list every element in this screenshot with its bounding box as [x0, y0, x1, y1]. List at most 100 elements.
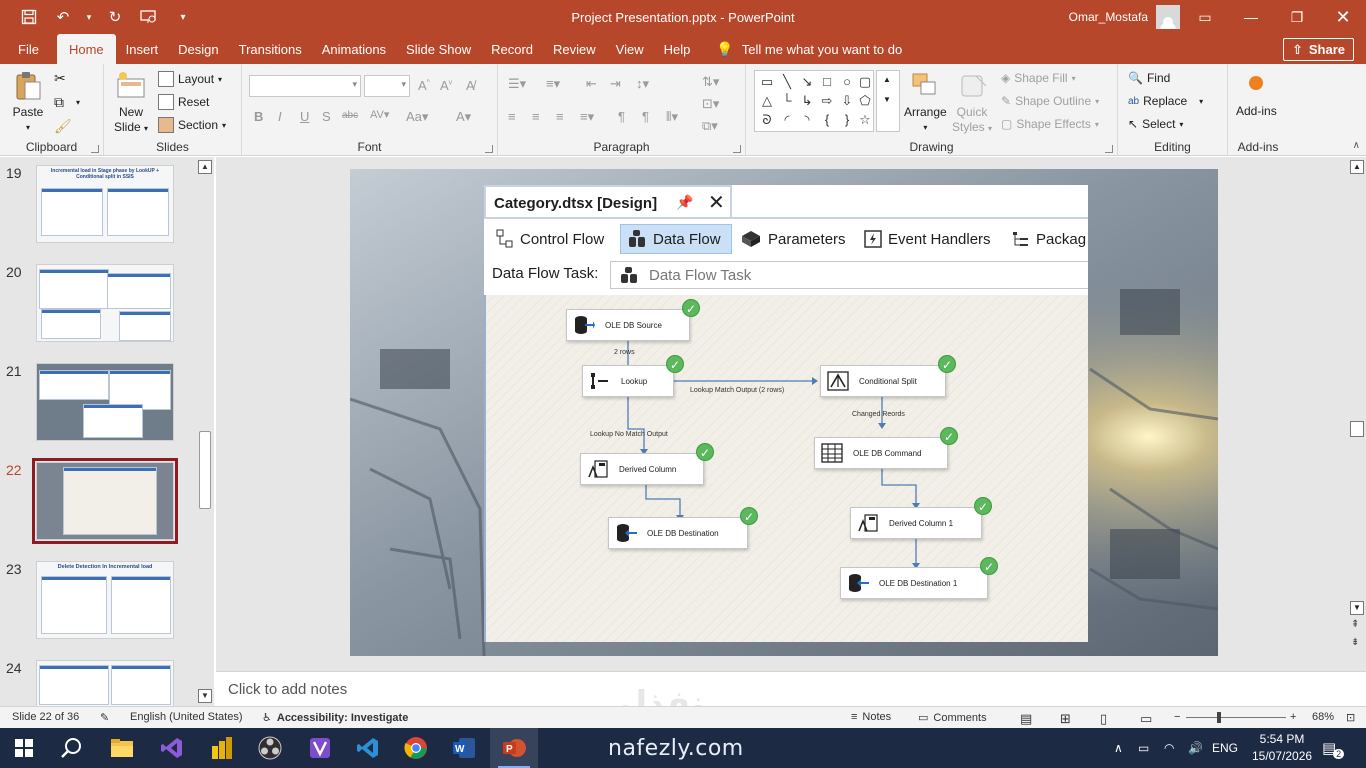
thumbnail-image[interactable]	[36, 660, 174, 706]
tab-view[interactable]: View	[606, 34, 654, 64]
save-icon[interactable]	[14, 2, 44, 32]
file-explorer-icon[interactable]	[98, 728, 146, 768]
bold-icon[interactable]: B	[254, 109, 263, 124]
vs-code-icon[interactable]	[344, 728, 392, 768]
undo-icon[interactable]: ↶	[48, 2, 78, 32]
clipboard-dialog-launcher[interactable]	[91, 145, 99, 153]
strikethrough-icon[interactable]: abc	[342, 110, 358, 121]
paragraph-dialog-launcher[interactable]	[733, 145, 741, 153]
align-left-icon[interactable]: ≡	[508, 109, 516, 124]
increase-indent-icon[interactable]: ⇥	[610, 76, 621, 92]
thumbnail-image[interactable]: Incremental load in Stage phase by LookU…	[36, 165, 174, 243]
tab-home[interactable]: Home	[56, 34, 116, 64]
system-clock[interactable]: 5:54 PM 15/07/2026	[1252, 731, 1312, 765]
star-shape-icon[interactable]: ☆	[857, 112, 873, 128]
minimize-icon[interactable]: —	[1228, 0, 1274, 34]
underline-icon[interactable]: U	[300, 109, 309, 124]
left-brace-shape-icon[interactable]: {	[819, 112, 835, 128]
tab-review[interactable]: Review	[543, 34, 606, 64]
battery-icon[interactable]: ▭	[1138, 728, 1149, 768]
scroll-up-icon[interactable]: ▲	[1350, 160, 1364, 174]
triangle-shape-icon[interactable]: △	[759, 93, 775, 109]
zoom-slider-handle[interactable]	[1217, 712, 1221, 723]
thumbnail-scrollbar[interactable]: ▲ ▼	[196, 157, 214, 706]
select-button[interactable]: ↖ Select ▾	[1128, 114, 1183, 134]
text-direction-icon[interactable]: ⇅▾	[702, 74, 719, 90]
power-bi-icon[interactable]	[198, 728, 246, 768]
cut-button[interactable]: ✂	[54, 68, 66, 88]
italic-icon[interactable]: I	[278, 109, 282, 124]
freeform-shape-icon[interactable]: ᘐ	[759, 112, 775, 128]
justify-icon[interactable]: ≡▾	[580, 109, 594, 125]
tab-transitions[interactable]: Transitions	[229, 34, 312, 64]
search-icon[interactable]	[48, 728, 96, 768]
next-slide-icon[interactable]: ⇟	[1351, 637, 1359, 648]
replace-button[interactable]: ab Replace ▾	[1128, 91, 1203, 111]
drawing-dialog-launcher[interactable]	[1105, 145, 1113, 153]
shape-effects-button[interactable]: ▢ Shape Effects ▾	[1001, 114, 1099, 134]
word-icon[interactable]: W	[440, 728, 488, 768]
textbox-shape-icon[interactable]: ▭	[759, 74, 775, 90]
elbow-arrow-shape-icon[interactable]: ↳	[799, 93, 815, 109]
maximize-icon[interactable]: ❐	[1274, 0, 1320, 34]
bullets-icon[interactable]: ☰▾	[508, 76, 526, 92]
thumbnail-image[interactable]	[36, 363, 174, 441]
scroll-down-icon[interactable]: ▼	[1350, 601, 1364, 615]
ribbon-display-options-icon[interactable]: ▭	[1182, 0, 1228, 34]
right-arrow-shape-icon[interactable]: ⇨	[819, 93, 835, 109]
elbow-connector-shape-icon[interactable]: └	[779, 93, 795, 109]
line-spacing-icon[interactable]: ↕▾	[636, 76, 649, 92]
zoom-in-icon[interactable]: +	[1290, 711, 1296, 723]
slideshow-view-icon[interactable]: ▭	[1140, 711, 1152, 727]
scroll-thumb[interactable]	[199, 431, 211, 509]
reset-button[interactable]: Reset	[158, 92, 209, 112]
thumbnail-image-selected[interactable]	[32, 458, 178, 544]
right-brace-shape-icon[interactable]: }	[839, 112, 855, 128]
line-shape-icon[interactable]: ╲	[779, 74, 795, 90]
scroll-down-icon[interactable]: ▼	[198, 689, 212, 703]
thumbnail-image[interactable]: Delete Detection In Incremental load	[36, 561, 174, 639]
numbering-icon[interactable]: ≡▾	[546, 76, 560, 92]
previous-slide-icon[interactable]: ⇞	[1351, 619, 1359, 630]
current-slide[interactable]: Category.dtsx [Design] 📌 ✕ Control Flow …	[350, 169, 1218, 656]
tab-animations[interactable]: Animations	[312, 34, 396, 64]
align-right-icon[interactable]: ≡	[556, 109, 564, 124]
powerpoint-icon[interactable]: P	[490, 728, 538, 768]
accessibility-status[interactable]: ♿ Accessibility: Investigate	[262, 711, 408, 725]
redo-icon[interactable]: ↻	[100, 2, 130, 32]
thumbnail-image[interactable]	[36, 264, 174, 342]
change-case-icon[interactable]: Aa▾	[406, 109, 428, 125]
align-center-icon[interactable]: ≡	[532, 109, 540, 124]
arrow-line-shape-icon[interactable]: ↘	[799, 74, 815, 90]
tab-insert[interactable]: Insert	[116, 34, 169, 64]
notes-toggle[interactable]: ≡ Notes	[851, 711, 891, 723]
paste-button[interactable]: Paste ▾	[12, 70, 44, 135]
arrange-button[interactable]: Arrange ▾	[904, 70, 947, 135]
layout-button[interactable]: Layout ▾	[158, 69, 222, 89]
tab-help[interactable]: Help	[654, 34, 701, 64]
ltr-icon[interactable]: ¶	[618, 109, 625, 124]
slide-sorter-icon[interactable]: ⊞	[1060, 711, 1071, 727]
oval-shape-icon[interactable]: ○	[839, 74, 855, 90]
find-button[interactable]: 🔍 Find	[1128, 68, 1170, 88]
section-button[interactable]: Section ▾	[158, 115, 226, 135]
close-icon[interactable]: ✕	[1320, 0, 1366, 34]
tell-me-search[interactable]: 💡 Tell me what you want to do	[706, 34, 912, 64]
clear-formatting-icon[interactable]: A̸	[466, 78, 475, 93]
normal-view-icon[interactable]: ▤	[1020, 711, 1032, 727]
show-hidden-icons[interactable]: ∧	[1114, 728, 1123, 768]
user-account[interactable]: Omar_Mostafa	[1069, 0, 1180, 34]
windows-start-icon[interactable]	[0, 728, 48, 768]
start-slideshow-icon[interactable]	[134, 2, 164, 32]
volume-icon[interactable]: 🔊	[1188, 728, 1203, 768]
shapes-gallery-scroll[interactable]: ▲ ▼	[876, 70, 900, 132]
new-slide-button[interactable]: New Slide ▾	[114, 70, 148, 136]
rtl-icon[interactable]: ¶	[642, 109, 649, 124]
zoom-slider[interactable]	[1186, 717, 1286, 718]
scroll-thumb[interactable]	[1350, 421, 1364, 437]
decrease-font-icon[interactable]: Av	[440, 78, 452, 93]
curve-shape-icon[interactable]: ◝	[799, 112, 815, 128]
pentagon-shape-icon[interactable]: ⬠	[857, 93, 873, 109]
language-status[interactable]: English (United States)	[130, 711, 243, 723]
visual-studio-icon[interactable]	[148, 728, 196, 768]
